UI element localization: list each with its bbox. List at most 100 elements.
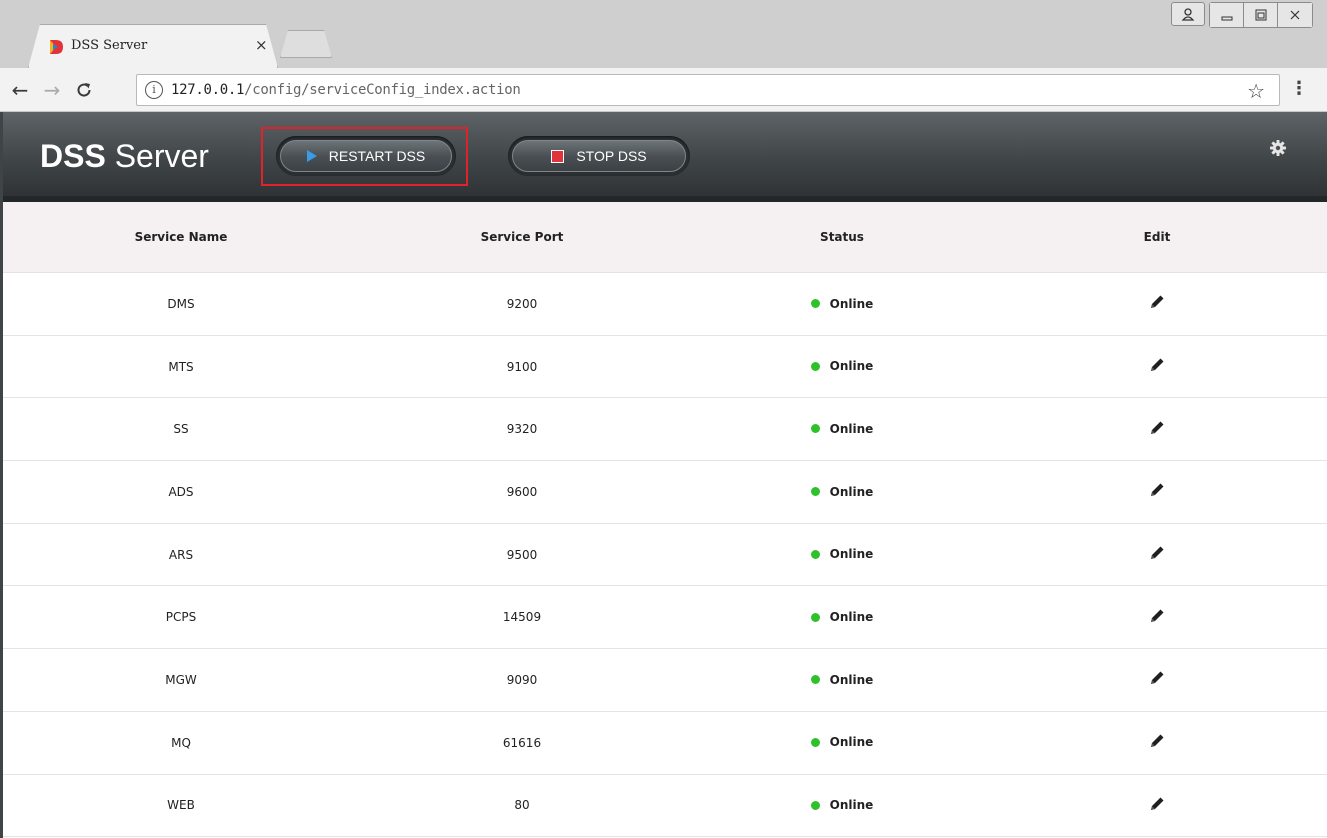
column-header-status: Status: [820, 230, 864, 244]
service-name-cell: MGW: [165, 672, 197, 687]
stop-icon: [551, 149, 565, 163]
edit-cell: [1002, 293, 1312, 314]
service-port-cell: 14509: [502, 610, 542, 625]
pencil-edit-icon[interactable]: [1148, 607, 1166, 625]
table-row: WEB 80 Online: [0, 774, 1327, 838]
status-text: Online: [829, 798, 874, 813]
pencil-edit-icon[interactable]: [1148, 732, 1166, 750]
online-dot-icon: [810, 487, 820, 497]
minimize-button[interactable]: [1210, 3, 1244, 27]
bookmark-star-icon[interactable]: ☆: [1247, 79, 1265, 103]
status-badge: Online: [810, 798, 874, 813]
service-name-cell: MTS: [168, 359, 194, 374]
pencil-edit-icon[interactable]: [1148, 356, 1166, 374]
online-dot-icon: [810, 675, 820, 685]
url-text: 127.0.0.1/config/serviceConfig_index.act…: [171, 82, 521, 98]
status-badge: Online: [810, 673, 873, 687]
service-port-cell: 9100: [506, 359, 538, 374]
online-dot-icon: [810, 299, 820, 309]
online-dot-icon: [810, 361, 820, 371]
stop-dss-button[interactable]: STOP DSS: [508, 136, 690, 176]
table-row: DMS 9200 Online: [0, 273, 1327, 336]
forward-arrow-icon[interactable]: →: [40, 78, 64, 102]
window-button-group: [1209, 2, 1313, 28]
window-controls: [1171, 2, 1313, 28]
service-port-cell: 9090: [506, 672, 538, 687]
reload-icon[interactable]: [72, 78, 96, 102]
edit-cell: [1002, 669, 1312, 690]
status-text: Online: [829, 610, 874, 625]
new-tab-button[interactable]: [280, 30, 332, 58]
service-port-cell: 61616: [502, 735, 542, 750]
back-arrow-icon[interactable]: ←: [8, 78, 32, 102]
dss-logo-icon: [50, 40, 63, 54]
status-text: Online: [829, 296, 874, 311]
status-text: Online: [829, 484, 874, 499]
status-badge: Online: [810, 484, 874, 499]
minimize-icon: [1221, 16, 1232, 21]
tab-strip: DSS Server ×: [0, 0, 1327, 68]
edit-cell: [1002, 607, 1312, 628]
service-name-cell: ADS: [168, 484, 194, 499]
window-left-edge: [0, 112, 3, 838]
status-cell: Online: [682, 422, 1002, 437]
status-badge: Online: [810, 547, 874, 562]
profile-button[interactable]: [1171, 2, 1205, 26]
user-icon: [1181, 8, 1195, 21]
table-row: ARS 9500 Online: [0, 523, 1327, 587]
column-header-edit: Edit: [1143, 230, 1171, 244]
tab-close-icon[interactable]: ×: [255, 36, 268, 54]
browser-menu-icon[interactable]: ⋮: [1290, 78, 1308, 99]
settings-gear-icon[interactable]: [1268, 138, 1288, 158]
address-bar[interactable]: i 127.0.0.1/config/serviceConfig_index.a…: [136, 74, 1280, 106]
service-name-cell: MQ: [171, 735, 191, 750]
status-badge: Online: [810, 735, 873, 749]
tab-title: DSS Server: [71, 38, 148, 53]
brand-light: Server: [114, 138, 209, 174]
service-name-cell: ARS: [168, 547, 194, 562]
browser-chrome: DSS Server × ← → i 127.0.0.1/config/serv…: [0, 0, 1327, 112]
online-dot-icon: [810, 549, 820, 559]
restart-highlight-box: [261, 127, 468, 186]
status-badge: Online: [810, 359, 873, 373]
pencil-edit-icon[interactable]: [1148, 669, 1166, 687]
pencil-edit-icon[interactable]: [1148, 419, 1166, 437]
online-dot-icon: [810, 800, 820, 810]
edit-cell: [1002, 544, 1312, 565]
status-cell: Online: [682, 297, 1002, 312]
column-header-service-name: Service Name: [134, 230, 228, 244]
restore-button[interactable]: [1244, 3, 1278, 27]
table-row: MTS 9100 Online: [0, 335, 1327, 399]
info-icon[interactable]: i: [145, 81, 163, 99]
pencil-edit-icon[interactable]: [1148, 795, 1166, 813]
restore-icon: [1255, 9, 1266, 21]
service-port-cell: 9320: [506, 422, 538, 437]
service-port-cell: 80: [514, 798, 530, 813]
column-header-service-port: Service Port: [480, 230, 564, 244]
browser-tab[interactable]: DSS Server ×: [28, 24, 278, 68]
service-port-cell: 9600: [506, 484, 538, 499]
service-port-cell: 9500: [506, 547, 538, 562]
pencil-edit-icon[interactable]: [1148, 544, 1166, 562]
pencil-edit-icon[interactable]: [1148, 481, 1166, 499]
status-cell: Online: [682, 610, 1002, 625]
status-badge: Online: [810, 421, 874, 436]
table-header: Service Name Service Port Status Edit: [0, 202, 1327, 273]
url-path: /config/serviceConfig_index.action: [244, 82, 521, 98]
edit-cell: [1002, 419, 1312, 440]
status-cell: Online: [682, 673, 1002, 688]
reload-glyph: [77, 83, 91, 97]
edit-cell: [1002, 481, 1312, 502]
stop-label: STOP DSS: [576, 148, 647, 164]
edit-cell: [1002, 356, 1312, 377]
table-body: DMS 9200 Online MTS 9100 Online SS 9320 …: [0, 273, 1327, 838]
status-text: Online: [829, 547, 874, 562]
service-table: Service Name Service Port Status Edit DM…: [0, 202, 1327, 838]
service-name-cell: SS: [173, 422, 189, 437]
close-window-button[interactable]: [1278, 3, 1312, 27]
pencil-edit-icon[interactable]: [1148, 293, 1166, 311]
edit-cell: [1002, 795, 1312, 816]
service-name-cell: WEB: [167, 798, 195, 813]
status-cell: Online: [682, 359, 1002, 374]
status-text: Online: [829, 421, 874, 436]
